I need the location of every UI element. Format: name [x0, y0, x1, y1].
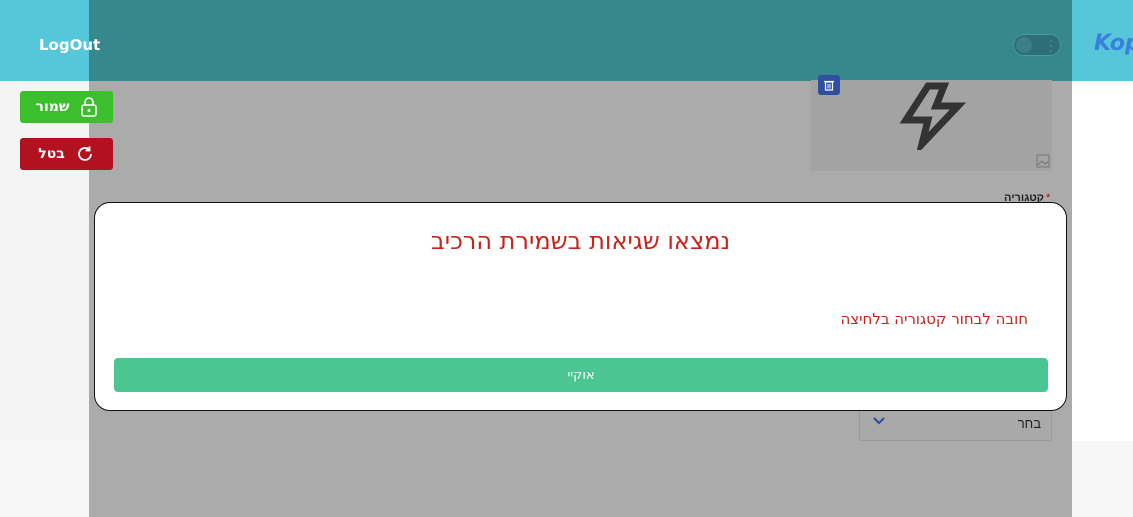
image-icon — [1036, 154, 1050, 168]
error-message: חובה לבחור קטגוריה בלחיצה — [840, 310, 1028, 328]
lock-icon — [80, 97, 97, 117]
cancel-label: בטל — [38, 146, 65, 162]
theme-toggle[interactable]: · · · — [1013, 34, 1061, 56]
error-dialog: נמצאו שגיאות בשמירת הרכיב חובה לבחור קטג… — [94, 202, 1067, 411]
save-label: שמור — [35, 99, 70, 115]
dialog-title: נמצאו שגיאות בשמירת הרכיב — [430, 227, 731, 255]
select-value: בחר — [1017, 416, 1041, 431]
toggle-dots-icon: · · · — [1049, 33, 1053, 57]
trash-icon — [824, 80, 834, 91]
top-bar-overlay — [89, 0, 1072, 81]
refresh-icon — [77, 146, 92, 161]
brand-logo[interactable]: Kop — [1094, 31, 1133, 56]
save-button[interactable]: שמור — [20, 91, 113, 123]
right-panel — [1072, 81, 1133, 441]
lightning-icon — [899, 82, 967, 150]
logout-link[interactable]: LogOut — [39, 36, 100, 54]
ok-button[interactable]: אוקיי — [114, 358, 1048, 392]
left-panel — [0, 81, 89, 441]
chevron-down-icon — [873, 417, 885, 425]
cancel-button[interactable]: בטל — [20, 138, 113, 170]
delete-image-button[interactable] — [818, 75, 840, 95]
toggle-knob — [1016, 37, 1032, 53]
